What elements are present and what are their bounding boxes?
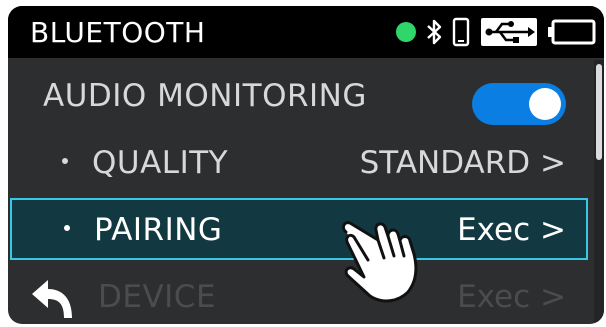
menu-item-label: AUDIO MONITORING bbox=[43, 78, 367, 114]
bullet-icon bbox=[62, 157, 68, 164]
scrollbar-thumb[interactable] bbox=[596, 64, 602, 160]
battery-icon bbox=[548, 19, 596, 45]
menu-item-value: STANDARD > bbox=[359, 145, 566, 181]
menu-item-audio-monitoring[interactable]: AUDIO MONITORING bbox=[8, 63, 588, 129]
audio-monitoring-toggle[interactable] bbox=[472, 83, 566, 125]
menu-item-value: Exec > bbox=[457, 279, 566, 315]
back-arrow-icon[interactable] bbox=[28, 276, 74, 322]
bullet-icon bbox=[64, 224, 70, 231]
phone-icon bbox=[452, 17, 470, 47]
device-screen: BLUETOOTH AUDIO MONITORING QUALITY STAND… bbox=[8, 6, 604, 324]
status-dot-icon bbox=[396, 22, 416, 42]
page-title: BLUETOOTH bbox=[30, 16, 206, 49]
menu-item-label: PAIRING bbox=[94, 212, 223, 248]
title-bar: BLUETOOTH bbox=[8, 6, 604, 58]
status-icons bbox=[396, 15, 596, 49]
menu-item-device[interactable]: DEVICE Exec > bbox=[8, 264, 588, 324]
toggle-knob bbox=[529, 88, 561, 120]
bluetooth-icon bbox=[427, 19, 442, 45]
usb-icon bbox=[481, 18, 537, 46]
menu-item-quality[interactable]: QUALITY STANDARD > bbox=[8, 130, 588, 196]
menu-item-label: QUALITY bbox=[92, 145, 229, 181]
menu-item-value: Exec > bbox=[457, 212, 566, 248]
tap-hand-icon bbox=[341, 221, 418, 303]
menu-item-pairing[interactable]: PAIRING Exec > bbox=[10, 198, 588, 260]
menu-item-label: DEVICE bbox=[98, 279, 217, 315]
